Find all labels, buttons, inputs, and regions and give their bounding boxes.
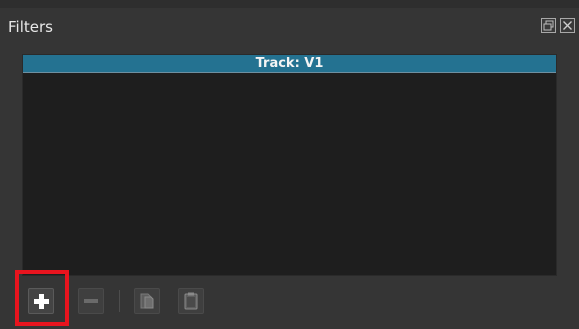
add-filter-button[interactable] <box>28 288 54 314</box>
toolbar-separator <box>119 290 120 312</box>
panel-titlebar: Filters <box>0 8 579 44</box>
float-window-icon[interactable] <box>541 18 556 33</box>
track-header: Track: V1 <box>23 55 556 73</box>
filters-panel: Filters Track: V1 <box>0 0 579 329</box>
panel-top-border <box>0 0 579 8</box>
paste-filters-button[interactable] <box>178 288 204 314</box>
plus-icon <box>34 294 49 309</box>
copy-icon <box>140 293 154 309</box>
remove-filter-button[interactable] <box>78 288 104 314</box>
filters-toolbar <box>0 276 579 329</box>
minus-icon <box>84 299 98 303</box>
copy-filters-button[interactable] <box>134 288 160 314</box>
clipboard-icon <box>184 292 198 310</box>
panel-title: Filters <box>8 18 53 36</box>
filter-list-body[interactable] <box>23 81 556 275</box>
filter-list[interactable]: Track: V1 <box>22 54 557 276</box>
close-icon[interactable] <box>560 18 575 33</box>
